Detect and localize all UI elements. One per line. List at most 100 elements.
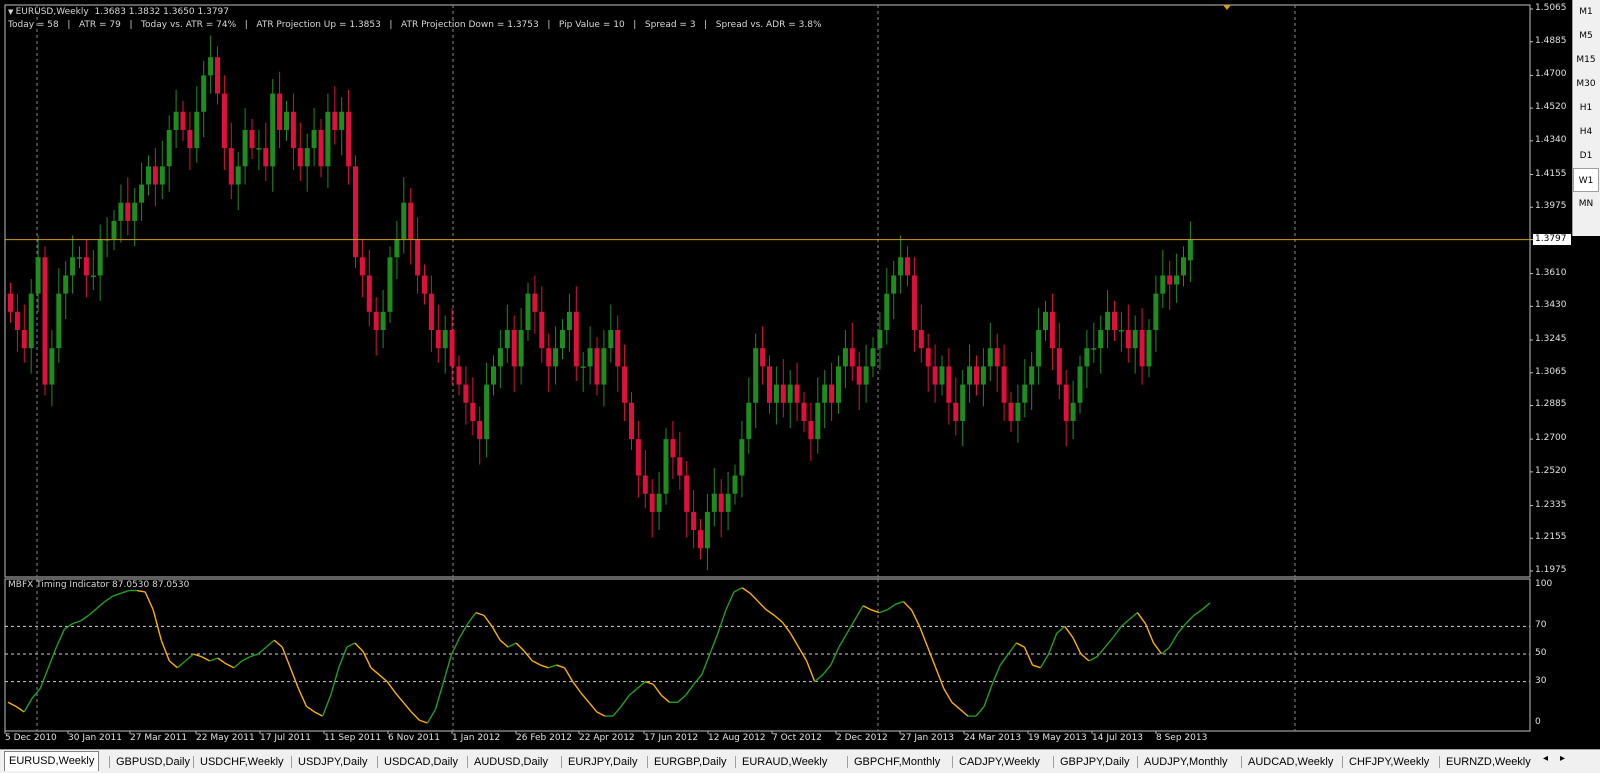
indicator-line-segment	[765, 609, 775, 616]
indicator-line-segment	[72, 620, 81, 625]
indicator-line-segment	[515, 642, 525, 652]
chart-tab[interactable]: CADJPY,Weekly	[955, 754, 1044, 770]
chart-tab[interactable]: EURGBP,Daily	[650, 754, 731, 770]
candle-body	[566, 311, 572, 331]
candle-body	[1022, 384, 1028, 403]
candle-body	[63, 275, 69, 294]
chart-tab[interactable]: AUDCAD,Weekly	[1244, 754, 1337, 770]
chart-tab[interactable]: CHFJPY,Weekly	[1345, 754, 1433, 770]
candle-body	[594, 348, 600, 385]
chart-tab[interactable]: GBPCHF,Monthly	[850, 754, 944, 770]
indicator-line-segment	[467, 612, 477, 625]
candle-body	[435, 330, 441, 349]
indicator-line-segment	[1177, 623, 1187, 634]
tab-scroll-left-icon[interactable]: ◂	[1543, 753, 1548, 764]
candle-body	[932, 366, 938, 385]
indicator-line-segment	[999, 653, 1009, 666]
chart-tab[interactable]: AUDUSD,Daily	[470, 754, 552, 770]
candle-body	[125, 202, 131, 221]
candle-body	[297, 148, 303, 167]
chart-tab[interactable]: EURAUD,Weekly	[738, 754, 831, 770]
candle-body	[656, 493, 662, 512]
indicator-line-segment	[47, 646, 58, 669]
indicator-line-segment	[918, 626, 929, 648]
candle-body	[801, 402, 807, 421]
chart-tab[interactable]: GBPUSD,Daily	[112, 754, 194, 770]
timeframe-button-m30[interactable]: M30	[1573, 72, 1599, 96]
indicator-line-segment	[185, 653, 194, 662]
candle-body	[608, 330, 614, 349]
collapse-arrow-icon[interactable]: ▼	[8, 8, 16, 16]
chart-tab[interactable]: EURNZD,Weekly	[1442, 754, 1535, 770]
indicator-line-segment	[499, 639, 509, 648]
candle-body	[649, 493, 655, 512]
candle-body	[622, 366, 628, 403]
indicator-line-segment	[838, 632, 848, 648]
date-tick-label: 8 Sep 2013	[1156, 733, 1208, 743]
candle-body	[1118, 330, 1124, 332]
tab-separator	[735, 756, 736, 768]
timeframe-button-w1[interactable]: W1	[1573, 168, 1599, 192]
candle-body	[242, 129, 248, 167]
indicator-line-segment	[297, 688, 308, 707]
candle-body	[415, 239, 421, 276]
candle-body	[829, 384, 835, 403]
tab-scroll-right-icon[interactable]: ▸	[1560, 753, 1565, 764]
chart-tab[interactable]: USDCHF,Weekly	[196, 754, 288, 770]
timeframe-button-m1[interactable]: M1	[1573, 0, 1599, 24]
indicator-line-segment	[685, 683, 695, 696]
timeframe-button-d1[interactable]: D1	[1573, 144, 1599, 168]
candle-body	[118, 202, 124, 221]
candle-body	[14, 311, 20, 331]
candle-body	[1056, 348, 1062, 385]
indicator-line-segment	[1064, 625, 1074, 638]
indicator-line-segment	[241, 656, 251, 662]
candle-body	[1070, 402, 1076, 421]
timeframe-button-m5[interactable]: M5	[1573, 24, 1599, 48]
candle-body	[532, 293, 538, 312]
chart-tab[interactable]: USDCAD,Daily	[380, 754, 462, 770]
indicator-line-segment	[289, 667, 300, 689]
chart-tab[interactable]: USDJPY,Daily	[294, 754, 372, 770]
indicator-line-segment	[596, 711, 606, 717]
indicator-line-segment	[201, 656, 210, 662]
date-tick-label: 6 Nov 2011	[388, 733, 440, 743]
tab-separator	[1342, 756, 1343, 768]
date-tick-label: 22 May 2011	[196, 733, 255, 743]
indicator-line-segment	[217, 657, 227, 665]
timeframe-button-m15[interactable]: M15	[1573, 48, 1599, 72]
date-tick-label: 17 Jun 2012	[644, 733, 699, 743]
chart-tab[interactable]: EURJPY,Daily	[564, 754, 642, 770]
chart-tab[interactable]: AUDJPY,Monthly	[1140, 754, 1232, 770]
candle-body	[925, 348, 931, 367]
indicator-line-segment	[709, 633, 719, 655]
indicator-line-segment	[523, 650, 533, 662]
candle-body	[463, 384, 469, 403]
indicator-line-segment	[862, 605, 872, 611]
candle-body	[422, 275, 427, 294]
chart-canvas[interactable]	[0, 0, 1600, 772]
indicator-line-segment	[580, 692, 590, 703]
indicator-line-segment	[152, 609, 162, 641]
candle-body	[1098, 330, 1104, 349]
price-tick-label: 1.4340	[1535, 134, 1567, 145]
chart-tab[interactable]: EURUSD,Weekly	[4, 751, 100, 771]
timeframe-button-h1[interactable]: H1	[1573, 96, 1599, 120]
candle-body	[173, 111, 179, 130]
timeframe-button-mn[interactable]: MN	[1573, 192, 1599, 216]
chart-window[interactable]: ▼ EURUSD,Weekly 1.3683 1.3832 1.3650 1.3…	[0, 0, 1600, 772]
chart-tab[interactable]: GBPJPY,Daily	[1056, 754, 1134, 770]
candle-body	[235, 166, 241, 185]
indicator-line-segment	[209, 657, 218, 662]
timeframe-button-h4[interactable]: H4	[1573, 120, 1599, 144]
candle-body	[684, 475, 690, 512]
candle-body	[898, 257, 904, 276]
indicator-level-label: 30	[1535, 675, 1547, 686]
candle-body	[442, 330, 448, 349]
indicator-line-segment	[926, 646, 937, 669]
date-tick-label: 1 Jan 2012	[452, 733, 501, 743]
indicator-line-segment	[1072, 637, 1082, 655]
candle-body	[856, 366, 862, 385]
indicator-level-label: 70	[1535, 620, 1547, 631]
price-tick-label: 1.2155	[1535, 532, 1567, 543]
